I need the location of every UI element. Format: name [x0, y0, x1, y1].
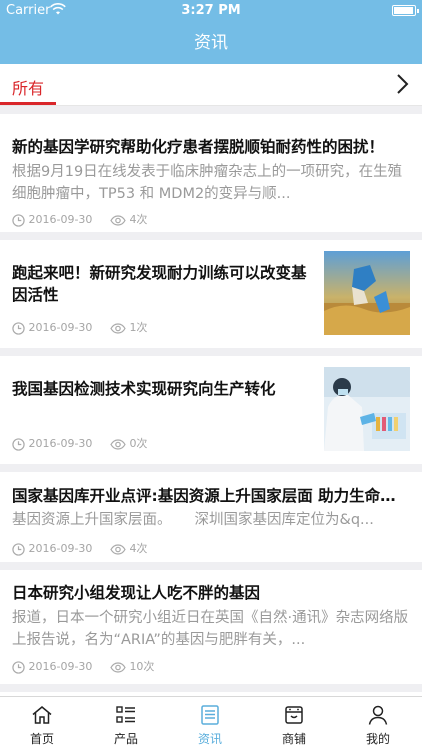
- article-meta: 2016-09-30 10次: [12, 659, 154, 675]
- article-title: 跑起来吧！新研究发现耐力训练可以改变基因活性: [12, 264, 307, 304]
- clock-icon: [12, 437, 25, 451]
- article-title: 国家基因库开业点评:基因资源上升国家层面 助力生命科学...: [12, 487, 410, 505]
- article-card[interactable]: 日本研究小组发现让人吃不胖的基因 报道，日本一个研究小组近日在英国《自然·通讯》…: [0, 570, 422, 684]
- document-icon: [201, 705, 219, 725]
- lab-scientist-photo: [324, 367, 410, 451]
- clock-icon: [12, 660, 25, 674]
- category-tabs: 所有: [0, 64, 422, 106]
- article-meta: 2016-09-30 4次: [12, 541, 147, 557]
- chevron-right-icon[interactable]: [390, 72, 414, 96]
- status-bar: Carrier 3:27 PM: [0, 0, 422, 22]
- tab-label: 商铺: [281, 732, 306, 746]
- tab-label: 我的: [365, 732, 390, 746]
- article-date: 2016-09-30: [28, 321, 93, 334]
- eye-icon: [110, 214, 126, 226]
- clock-icon: [12, 213, 25, 227]
- tab-label: 首页: [29, 732, 54, 746]
- article-date: 2016-09-30: [28, 660, 93, 673]
- article-meta: 2016-09-30 4次: [12, 212, 147, 228]
- tab-shop[interactable]: 商铺: [252, 697, 336, 750]
- home-icon: [32, 706, 52, 724]
- tab-profile[interactable]: 我的: [336, 697, 420, 750]
- clock-icon: [12, 542, 25, 556]
- list-icon: [116, 706, 135, 723]
- article-meta: 2016-09-30 0次: [12, 436, 147, 452]
- article-card[interactable]: 国家基因库开业点评:基因资源上升国家层面 助力生命科学... 基因资源上升国家层…: [0, 472, 422, 562]
- article-meta: 2016-09-30 1次: [12, 320, 147, 336]
- eye-icon: [110, 543, 126, 555]
- article-views: 4次: [129, 542, 148, 555]
- tab-news[interactable]: 资讯: [168, 697, 252, 750]
- article-summary: 根据9月19日在线发表于临床肿瘤杂志上的一项研究，在生殖细胞肿瘤中，TP53 和…: [12, 164, 403, 202]
- article-views: 10次: [129, 660, 155, 673]
- article-title: 日本研究小组发现让人吃不胖的基因: [12, 584, 261, 602]
- clock-icon: [12, 321, 25, 335]
- battery-icon: [392, 5, 419, 16]
- nav-bar: 资讯: [0, 22, 422, 64]
- tab-active-indicator: [0, 102, 56, 105]
- article-views: 0次: [129, 437, 148, 450]
- article-title: 我国基因检测技术实现研究向生产转化: [12, 380, 276, 398]
- article-views: 4次: [129, 213, 148, 226]
- eye-icon: [110, 661, 126, 673]
- article-card[interactable]: 跑起来吧！新研究发现耐力训练可以改变基因活性 2016-09-30 1次: [0, 240, 422, 348]
- clock: 3:27 PM: [181, 3, 241, 18]
- article-date: 2016-09-30: [28, 213, 93, 226]
- article-summary: 基因资源上升国家层面。 深圳国家基因库定位为&q...: [12, 512, 374, 528]
- tab-label: 资讯: [197, 732, 222, 746]
- tab-all[interactable]: 所有: [12, 75, 44, 99]
- tab-home[interactable]: 首页: [0, 697, 84, 750]
- running-shoes-photo: [324, 251, 410, 335]
- person-icon: [368, 705, 388, 725]
- eye-icon: [110, 322, 126, 334]
- article-summary: 报道，日本一个研究小组近日在英国《自然·通讯》杂志网络版上报告说，名为“ARIA…: [12, 610, 409, 648]
- article-views: 1次: [129, 321, 148, 334]
- shop-icon: [285, 706, 303, 724]
- article-date: 2016-09-30: [28, 437, 93, 450]
- article-date: 2016-09-30: [28, 542, 93, 555]
- article-title: 新的基因学研究帮助化疗患者摆脱顺铂耐药性的困扰！: [12, 138, 385, 156]
- tab-products[interactable]: 产品: [84, 697, 168, 750]
- page-title: 资讯: [194, 33, 228, 53]
- bottom-tab-bar: 首页 产品 资讯 商铺 我的: [0, 696, 422, 750]
- article-card[interactable]: 我国基因检测技术实现研究向生产转化 2016-09-30 0次: [0, 356, 422, 464]
- tab-label: 产品: [113, 732, 138, 746]
- eye-icon: [110, 438, 126, 450]
- article-feed[interactable]: 新的基因学研究帮助化疗患者摆脱顺铂耐药性的困扰！ 根据9月19日在线发表于临床肿…: [0, 106, 422, 696]
- article-card[interactable]: 新的基因学研究帮助化疗患者摆脱顺铂耐药性的困扰！ 根据9月19日在线发表于临床肿…: [0, 114, 422, 232]
